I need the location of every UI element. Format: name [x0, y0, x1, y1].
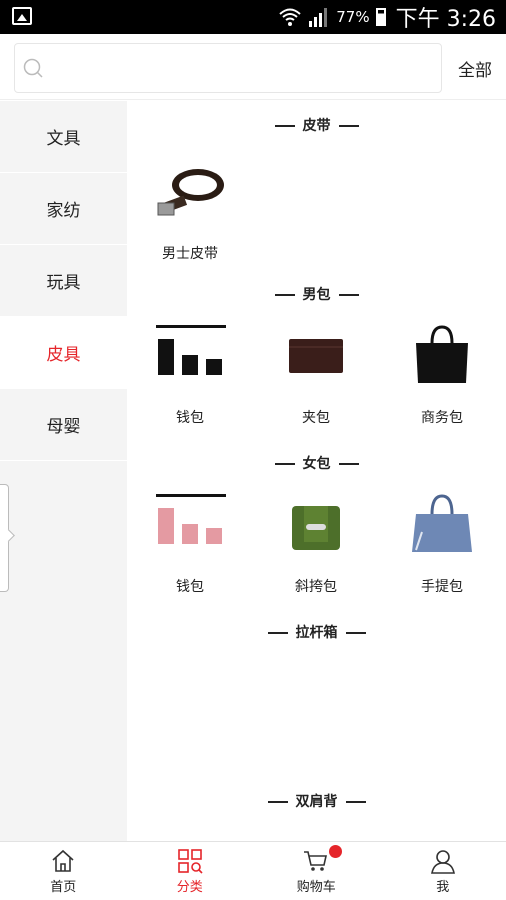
nav-label: 分类	[176, 880, 203, 895]
sidebar-item-stationery[interactable]: 文具	[0, 101, 127, 173]
section-title-belt: 皮带	[127, 115, 506, 135]
belt-icon	[157, 169, 224, 216]
nav-me[interactable]: 我	[380, 842, 506, 900]
all-button[interactable]: 全部	[458, 56, 492, 81]
nav-label: 我	[436, 880, 450, 895]
wifi-icon	[279, 8, 301, 26]
gallery-icon	[12, 7, 32, 25]
nav-home[interactable]: 首页	[0, 842, 127, 900]
status-indicators: 77% 下午 3:26	[278, 4, 496, 32]
item-label: 斜挎包	[295, 579, 337, 595]
bottom-nav: 首页 分类 购物车 我	[0, 841, 506, 900]
search-input[interactable]	[55, 52, 435, 84]
item-label: 手提包	[421, 579, 463, 595]
product-category-clutch[interactable]: 夹包	[253, 323, 379, 427]
section-title-backpack: 双肩背	[127, 791, 506, 811]
item-label: 男士皮带	[162, 246, 218, 262]
item-label: 钱包	[176, 579, 204, 595]
sidebar-item-leather[interactable]: 皮具	[0, 317, 127, 389]
nav-label: 首页	[50, 880, 77, 895]
home-icon	[52, 849, 74, 872]
sidebar-item-toys[interactable]: 玩具	[0, 245, 127, 317]
business-bag-icon	[416, 325, 468, 383]
cart-icon	[304, 851, 328, 871]
wallet-chart-icon	[156, 325, 226, 375]
drawer-handle[interactable]	[0, 484, 9, 592]
category-content: 皮带 男士皮带 男包 钱包 夹包 商务包 女包 钱包 斜挎包 手提包 拉杆箱 双…	[127, 101, 506, 841]
battery-icon	[375, 8, 386, 26]
section-title-trolley-case: 拉杆箱	[127, 622, 506, 642]
clock: 下午 3:26	[395, 7, 496, 32]
crossbody-bag-icon	[292, 506, 340, 550]
handbag-icon	[412, 494, 472, 552]
section-title-womens-bags: 女包	[127, 453, 506, 473]
search-box[interactable]	[14, 43, 442, 93]
cart-badge	[329, 845, 342, 858]
product-category-mens-belt[interactable]: 男士皮带	[127, 159, 253, 263]
nav-category[interactable]: 分类	[127, 842, 254, 900]
category-grid-icon	[177, 849, 203, 874]
status-bar: 77% 下午 3:26	[0, 0, 506, 34]
product-category-business-bag[interactable]: 商务包	[379, 323, 505, 427]
sidebar-item-baby[interactable]: 母婴	[0, 389, 127, 461]
signal-icon	[309, 8, 328, 27]
search-row: 全部	[0, 34, 506, 100]
battery-percent: 77%	[336, 8, 370, 26]
user-icon	[430, 850, 455, 874]
item-label: 商务包	[421, 410, 463, 426]
product-category-handbag[interactable]: 手提包	[379, 492, 505, 596]
nav-cart[interactable]: 购物车	[253, 842, 380, 900]
product-category-crossbody-bag[interactable]: 斜挎包	[253, 492, 379, 596]
sidebar-item-home-textiles[interactable]: 家纺	[0, 173, 127, 245]
item-label: 夹包	[302, 410, 330, 426]
category-sidebar: 文具 家纺 玩具 皮具 母婴	[0, 101, 127, 841]
product-category-womens-wallet[interactable]: 钱包	[127, 492, 253, 596]
clutch-icon	[289, 339, 343, 373]
section-title-mens-bags: 男包	[127, 284, 506, 304]
search-icon	[23, 58, 43, 78]
nav-label: 购物车	[296, 880, 336, 895]
item-label: 钱包	[176, 410, 204, 426]
wallet-chart-pink-icon	[156, 494, 226, 544]
product-category-mens-wallet[interactable]: 钱包	[127, 323, 253, 427]
